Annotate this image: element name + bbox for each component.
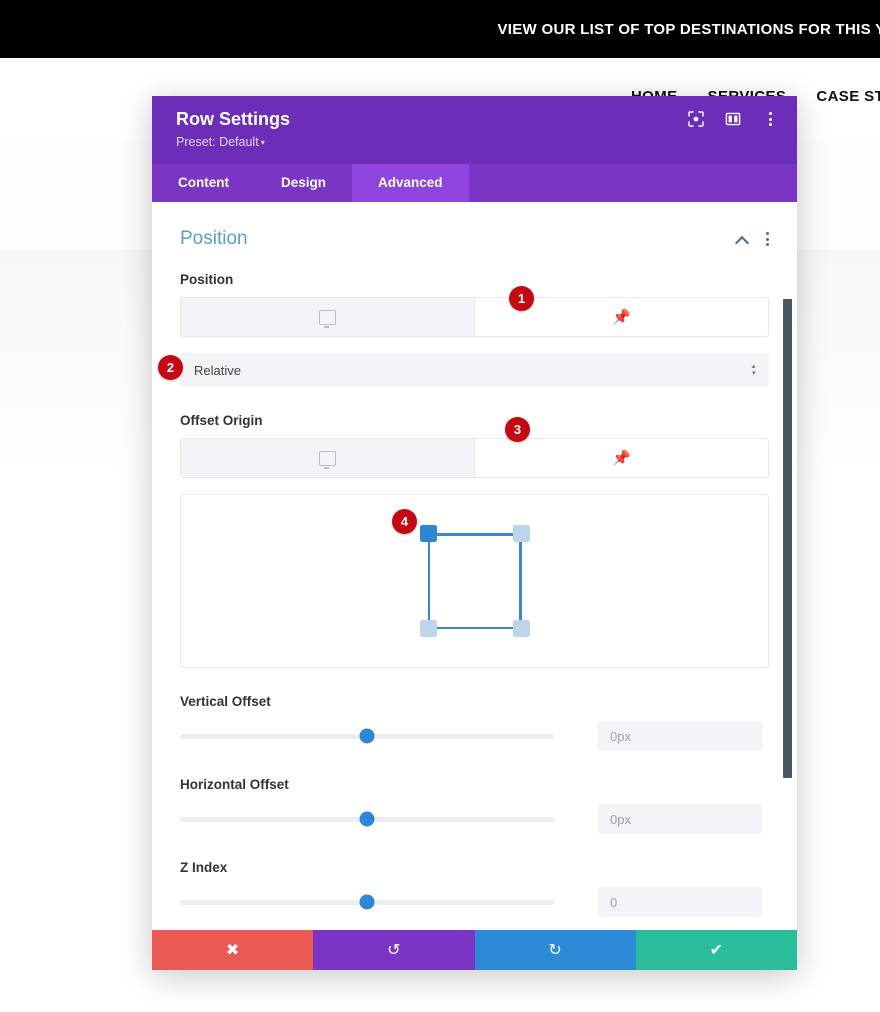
vertical-offset-field: Vertical Offset 0px — [180, 694, 769, 751]
modal-header-icons — [687, 110, 779, 128]
z-index-slider[interactable] — [180, 893, 554, 911]
horizontal-offset-row: 0px — [180, 804, 769, 834]
redo-icon: ↻ — [548, 942, 562, 959]
horizontal-offset-thumb[interactable] — [359, 811, 375, 827]
horizontal-offset-field: Horizontal Offset 0px — [180, 777, 769, 834]
section-header-icons — [736, 232, 769, 246]
settings-scrollbar[interactable] — [783, 203, 792, 929]
origin-edge-right — [519, 533, 522, 629]
horizontal-offset-label: Horizontal Offset — [180, 777, 289, 792]
z-index-input[interactable]: 0 — [598, 887, 762, 917]
check-icon: ✔ — [709, 942, 724, 959]
pin-icon: 📌 — [612, 449, 631, 467]
vertical-offset-thumb[interactable] — [359, 728, 375, 744]
origin-edge-left — [427, 533, 430, 629]
origin-edge-bottom — [427, 626, 522, 629]
settings-scrollbar-thumb[interactable] — [783, 299, 792, 778]
origin-handle-top-left[interactable] — [419, 525, 437, 542]
offset-origin-hover-toggle[interactable]: 📌 — [475, 439, 768, 477]
row-settings-modal: Row Settings Preset: Default ▾ Content D… — [152, 96, 797, 970]
site-promo-banner: VIEW OUR LIST OF TOP DESTINATIONS FOR TH… — [0, 0, 880, 58]
position-field-label: Position — [180, 272, 234, 287]
offset-origin-field-label: Offset Origin — [180, 413, 263, 428]
origin-handle-top-right[interactable] — [512, 525, 530, 542]
undo-button[interactable]: ↺ — [313, 930, 475, 970]
site-promo-banner-text: VIEW OUR LIST OF TOP DESTINATIONS FOR TH… — [497, 20, 880, 38]
offset-origin-desktop-toggle[interactable] — [181, 439, 475, 477]
section-title: Position — [180, 228, 248, 249]
chevron-down-icon: ▾ — [260, 138, 265, 147]
z-index-row: 0 — [180, 887, 769, 917]
position-section-header: Position — [180, 228, 769, 250]
z-index-field: Z Index 0 — [180, 860, 769, 917]
vertical-offset-slider[interactable] — [180, 727, 554, 745]
settings-scroll-area: Position Position 📌 Relative ▴ ▾ Offset … — [152, 202, 797, 930]
tab-content[interactable]: Content — [152, 164, 255, 202]
tab-advanced[interactable]: Advanced — [352, 164, 469, 202]
position-desktop-toggle[interactable] — [181, 298, 475, 336]
chevron-up-glyph: ▴ — [751, 362, 755, 370]
close-icon: ✖ — [225, 942, 240, 959]
origin-square — [419, 525, 530, 637]
desktop-icon — [319, 309, 336, 328]
tab-design[interactable]: Design — [255, 164, 352, 202]
more-options-icon[interactable] — [766, 232, 769, 246]
undo-icon: ↺ — [387, 942, 401, 959]
pin-icon: 📌 — [612, 308, 631, 326]
position-select-row: Relative ▴ ▾ — [180, 353, 769, 387]
cancel-button[interactable]: ✖ — [152, 930, 314, 970]
position-select[interactable]: Relative ▴ ▾ — [180, 353, 769, 387]
annotation-badge-2: 2 — [158, 355, 183, 380]
vertical-offset-row: 0px — [180, 721, 769, 751]
modal-body: Position Position 📌 Relative ▴ ▾ Offset … — [152, 202, 797, 930]
origin-handle-bottom-left[interactable] — [419, 620, 437, 637]
annotation-badge-3: 3 — [505, 417, 530, 442]
modal-tabbar: Content Design Advanced — [152, 164, 797, 202]
save-button[interactable]: ✔ — [635, 930, 797, 970]
z-index-thumb[interactable] — [359, 894, 375, 910]
nav-item-case-studies[interactable]: CASE STUDIES — [816, 88, 880, 105]
chevron-down-glyph: ▾ — [751, 369, 755, 377]
annotation-badge-1: 1 — [509, 286, 534, 311]
preset-label: Preset: Default — [176, 135, 259, 149]
chevron-updown-icon: ▴ ▾ — [751, 362, 755, 377]
vertical-offset-input[interactable]: 0px — [598, 721, 762, 751]
redo-button[interactable]: ↻ — [474, 930, 636, 970]
chevron-up-icon[interactable] — [736, 235, 749, 244]
origin-handle-bottom-right[interactable] — [512, 620, 530, 637]
vertical-offset-label: Vertical Offset — [180, 694, 271, 709]
more-options-icon[interactable] — [761, 110, 779, 128]
more-options-dots — [768, 112, 772, 126]
focus-icon[interactable] — [687, 110, 705, 128]
modal-footer: ✖ ↺ ↻ ✔ — [152, 930, 797, 970]
position-field: Position 📌 — [180, 272, 769, 337]
annotation-badge-4: 4 — [392, 509, 417, 534]
preset-selector[interactable]: Preset: Default ▾ — [176, 134, 777, 151]
horizontal-offset-slider[interactable] — [180, 810, 554, 828]
layout-columns-icon[interactable] — [724, 110, 742, 128]
origin-edge-top — [427, 533, 522, 536]
horizontal-offset-input[interactable]: 0px — [598, 804, 762, 834]
offset-origin-responsive-toggle: 📌 — [180, 438, 769, 478]
position-responsive-toggle: 📌 — [180, 297, 769, 337]
desktop-icon — [319, 450, 336, 469]
z-index-label: Z Index — [180, 860, 228, 875]
offset-origin-field: Offset Origin 📌 — [180, 413, 769, 478]
modal-header: Row Settings Preset: Default ▾ — [152, 96, 797, 164]
position-select-value: Relative — [194, 362, 241, 378]
offset-origin-picker[interactable] — [180, 494, 769, 668]
